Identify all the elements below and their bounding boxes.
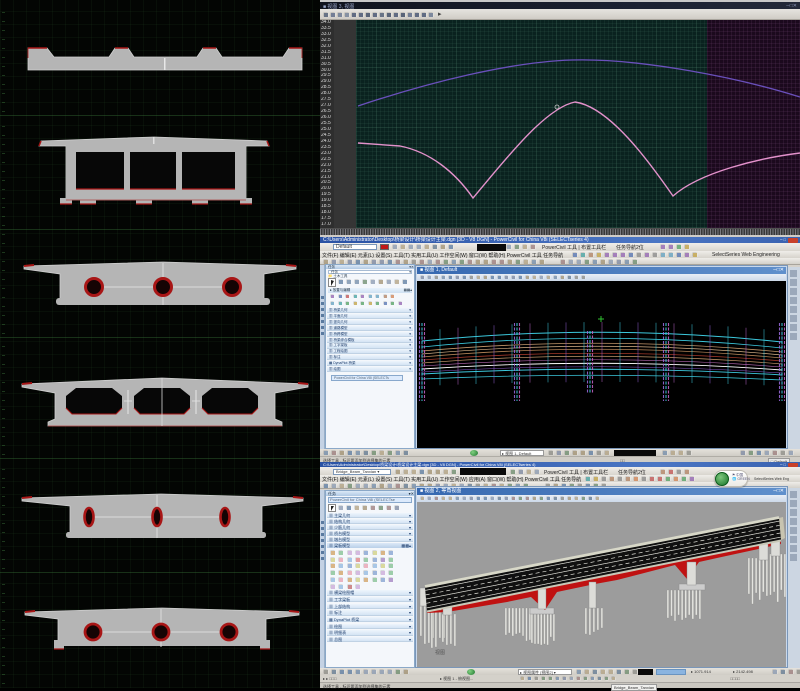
svg-text:视图: 视图 xyxy=(435,649,445,656)
